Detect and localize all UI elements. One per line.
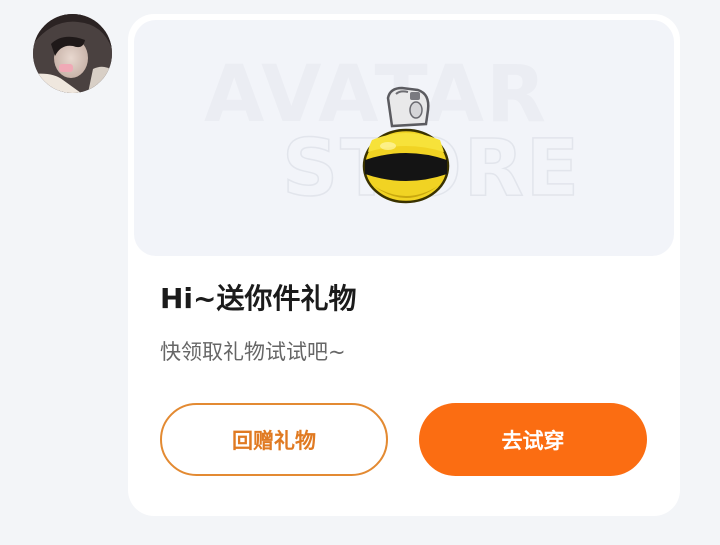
gift-card: AVATAR STORE xyxy=(128,14,680,516)
gift-title: Hi~送你件礼物 xyxy=(160,282,357,315)
gift-subtitle: 快领取礼物试试吧~ xyxy=(160,340,346,364)
return-gift-button[interactable]: 回赠礼物 xyxy=(160,403,388,476)
sender-avatar[interactable] xyxy=(33,14,112,93)
gift-banner: AVATAR STORE xyxy=(134,20,674,256)
chat-message: AVATAR STORE xyxy=(0,0,720,545)
try-on-button[interactable]: 去试穿 xyxy=(419,403,647,476)
bee-jar-icon xyxy=(358,80,454,206)
